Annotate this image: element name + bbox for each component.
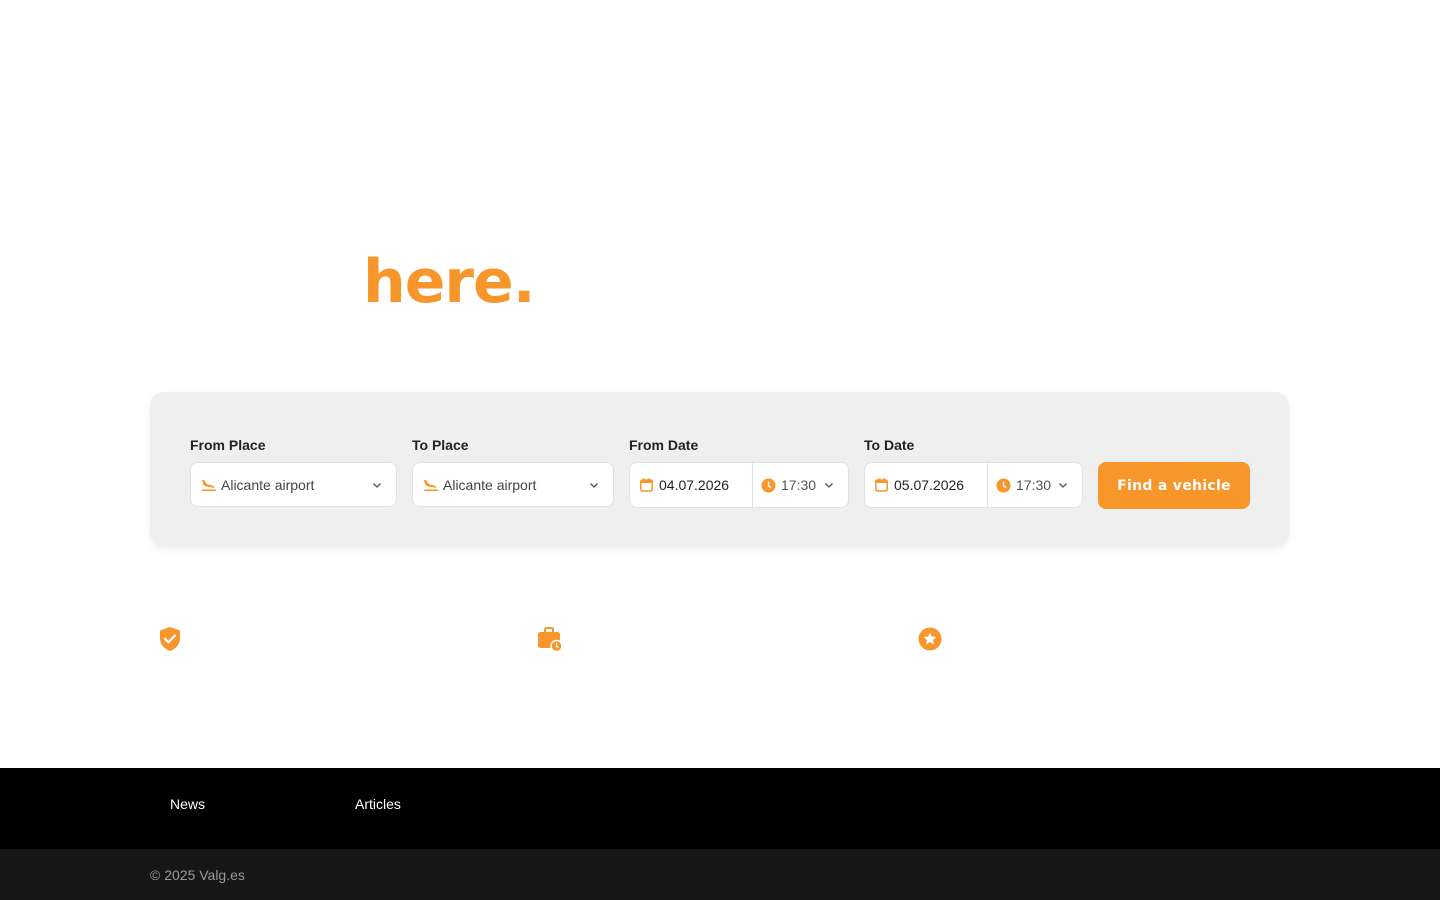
from-date-group: 04.07.2026 17:30 [629, 462, 849, 508]
from-date-input[interactable]: 04.07.2026 [630, 463, 753, 507]
chevron-down-icon [589, 480, 599, 490]
to-place-label: To Place [412, 437, 469, 453]
to-time-select[interactable]: 17:30 [988, 463, 1082, 507]
to-date-input[interactable]: 05.07.2026 [865, 463, 988, 507]
briefcase-clock-icon [537, 626, 563, 652]
plane-landing-icon [423, 477, 439, 493]
footer [0, 768, 1440, 849]
chevron-down-icon [372, 480, 382, 490]
shield-check-icon [158, 626, 184, 652]
from-date-label: From Date [629, 437, 699, 453]
clock-icon [996, 478, 1011, 493]
star-badge-icon [918, 626, 944, 652]
footer-link-articles[interactable]: Articles [355, 795, 401, 813]
to-place-value: Alicante airport [443, 476, 537, 493]
from-time-value: 17:30 [781, 477, 817, 493]
chevron-down-icon [824, 480, 834, 490]
from-place-label: From Place [190, 437, 266, 453]
to-date-value: 05.07.2026 [894, 477, 965, 493]
footer-link-news[interactable]: News [170, 795, 205, 813]
calendar-icon [875, 478, 888, 492]
to-date-group: 05.07.2026 17:30 [864, 462, 1083, 508]
copyright-text: © 2025 Valg.es [150, 867, 245, 883]
to-time-value: 17:30 [1016, 477, 1052, 493]
from-date-value: 04.07.2026 [659, 477, 730, 493]
plane-landing-icon [201, 477, 217, 493]
to-date-label: To Date [864, 437, 915, 453]
chevron-down-icon [1058, 480, 1068, 490]
from-place-select[interactable]: Alicante airport [190, 462, 397, 507]
calendar-icon [640, 478, 653, 492]
clock-icon [761, 478, 776, 493]
from-place-value: Alicante airport [221, 476, 315, 493]
to-place-select[interactable]: Alicante airport [412, 462, 614, 507]
find-vehicle-button[interactable]: Find a vehicle [1098, 462, 1250, 509]
from-time-select[interactable]: 17:30 [753, 463, 848, 507]
hero-title: here. [363, 247, 535, 317]
